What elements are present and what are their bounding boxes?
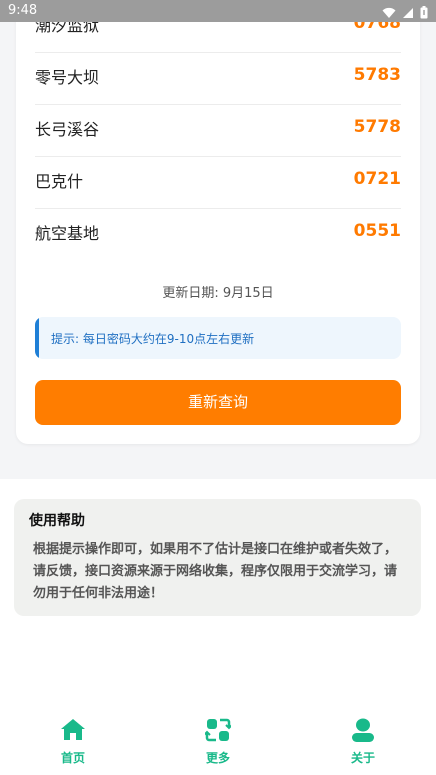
- map-name: 巴克什: [35, 172, 84, 191]
- map-code[interactable]: 5778: [354, 117, 401, 137]
- nav-home-label: 首页: [60, 751, 85, 765]
- tip-box: 提示: 每日密码大约在9-10点左右更新: [35, 317, 401, 359]
- map-name: 长弓溪谷: [35, 120, 100, 139]
- nav-home[interactable]: 首页: [33, 717, 113, 766]
- code-row: 巴克什 0721: [35, 156, 401, 209]
- map-code[interactable]: 5783: [354, 65, 401, 85]
- status-time: 9:48: [8, 3, 38, 18]
- bottom-nav: 首页 更多 关于: [0, 705, 436, 775]
- map-code[interactable]: 0721: [354, 169, 401, 189]
- code-row: 长弓溪谷 5778: [35, 104, 401, 157]
- signal-icon: [402, 4, 414, 23]
- code-row: 航空基地 0551: [35, 208, 401, 260]
- help-card: 使用帮助 根据提示操作即可，如果用不了估计是接口在维护或者失效了，请反馈，接口资…: [14, 499, 421, 616]
- map-name: 航空基地: [35, 224, 100, 243]
- user-icon: [350, 717, 376, 743]
- help-text: 根据提示操作即可，如果用不了估计是接口在维护或者失效了，请反馈，接口资源来源于网…: [33, 542, 398, 601]
- status-icons: [382, 4, 428, 23]
- help-title: 使用帮助: [29, 513, 85, 529]
- requery-button[interactable]: 重新查询: [35, 380, 401, 425]
- wifi-icon: [382, 4, 396, 23]
- tip-accent-bar: [35, 317, 39, 359]
- home-icon: [60, 717, 86, 743]
- map-code[interactable]: 0551: [354, 221, 401, 241]
- battery-icon: [420, 4, 428, 23]
- nav-more-label: 更多: [205, 751, 230, 765]
- password-card: 潮汐监狱 0768 零号大坝 5783 长弓溪谷 5778 巴克什 0721 航…: [16, 0, 420, 444]
- nav-about-label: 关于: [350, 751, 375, 765]
- swap-icon: [203, 717, 233, 743]
- status-bar: 9:48: [0, 0, 436, 22]
- code-row: 零号大坝 5783: [35, 52, 401, 105]
- map-name: 零号大坝: [35, 68, 100, 87]
- update-date: 更新日期: 9月15日: [162, 286, 274, 301]
- nav-about[interactable]: 关于: [323, 717, 403, 766]
- nav-more[interactable]: 更多: [178, 717, 258, 766]
- tip-text: 提示: 每日密码大约在9-10点左右更新: [51, 332, 255, 346]
